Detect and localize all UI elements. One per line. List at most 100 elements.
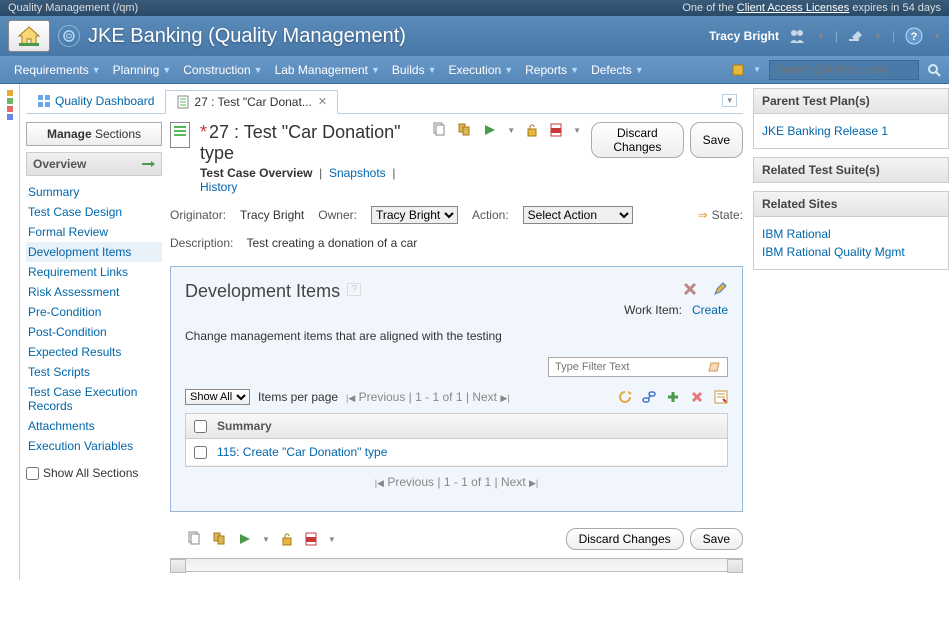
sidebar-item-requirement-links[interactable]: Requirement Links — [26, 262, 162, 282]
sidebar-item-expected-results[interactable]: Expected Results — [26, 342, 162, 362]
owner-select[interactable]: Tracy Bright — [371, 206, 458, 224]
sidebar-item-test-case-execution-records[interactable]: Test Case Execution Records — [26, 382, 162, 416]
duplicate-icon[interactable] — [457, 122, 473, 138]
manage-sections-button[interactable]: Manage Sections — [26, 122, 162, 146]
history-link[interactable]: History — [200, 180, 237, 194]
action-select[interactable]: Select Action — [523, 206, 633, 224]
prev-link[interactable]: Previous — [387, 475, 434, 489]
panel-description: Change management items that are aligned… — [185, 329, 728, 343]
create-link[interactable]: Create — [692, 303, 728, 317]
remove-icon[interactable] — [690, 390, 704, 404]
users-icon[interactable] — [789, 29, 807, 43]
discard-button[interactable]: Discard Changes — [566, 528, 684, 550]
related-suites-header: Related Test Suite(s) — [753, 157, 949, 183]
show-all-checkbox[interactable] — [26, 467, 39, 480]
search-input[interactable] — [769, 60, 919, 80]
filter-input[interactable] — [555, 361, 707, 373]
svg-text:?: ? — [911, 31, 918, 43]
chevron-down-icon[interactable]: ▼ — [933, 32, 941, 41]
site-link[interactable]: IBM Rational Quality Mgmt — [762, 243, 940, 261]
menu-requirements[interactable]: Requirements▼ — [8, 63, 107, 77]
save-button[interactable]: Save — [690, 122, 743, 158]
snapshots-link[interactable]: Snapshots — [329, 166, 386, 180]
table-row: 115: Create "Car Donation" type — [186, 439, 727, 466]
menu-planning[interactable]: Planning▼ — [107, 63, 178, 77]
view-switcher[interactable] — [0, 84, 20, 580]
menu-builds[interactable]: Builds▼ — [386, 63, 443, 77]
row-checkbox[interactable] — [194, 446, 207, 459]
run-icon[interactable] — [238, 532, 252, 546]
parent-plan-link[interactable]: JKE Banking Release 1 — [762, 122, 940, 140]
menu-execution[interactable]: Execution▼ — [443, 63, 520, 77]
copy-icon[interactable] — [186, 531, 202, 547]
bookmark-icon[interactable] — [731, 63, 745, 77]
edit-icon[interactable] — [848, 29, 864, 43]
chevron-down-icon[interactable]: ▼ — [753, 65, 761, 74]
sidebar-item-test-scripts[interactable]: Test Scripts — [26, 362, 162, 382]
page-title: *27 : Test "Car Donation" type — [200, 122, 405, 164]
sidebar-item-development-items[interactable]: Development Items — [26, 242, 162, 262]
sidebar-item-formal-review[interactable]: Formal Review — [26, 222, 162, 242]
tab-testcase-27[interactable]: 27 : Test "Car Donat... ✕ — [165, 90, 338, 114]
chevron-down-icon[interactable]: ▼ — [874, 32, 882, 41]
run-icon[interactable] — [483, 123, 497, 137]
search-icon[interactable] — [927, 63, 941, 77]
collapse-icon[interactable] — [141, 159, 155, 169]
add-icon[interactable] — [666, 390, 680, 404]
context-path: Quality Management (/qm) — [8, 2, 138, 14]
sidebar-item-attachments[interactable]: Attachments — [26, 416, 162, 436]
sidebar-item-risk-assessment[interactable]: Risk Assessment — [26, 282, 162, 302]
help-icon[interactable]: ? — [905, 27, 923, 45]
menu-reports[interactable]: Reports▼ — [519, 63, 585, 77]
save-button[interactable]: Save — [690, 528, 743, 550]
originator-label: Originator: — [170, 208, 226, 222]
next-link[interactable]: Next — [501, 475, 526, 489]
owner-label: Owner: — [318, 208, 357, 222]
site-link[interactable]: IBM Rational — [762, 225, 940, 243]
license-link[interactable]: Client Access Licenses — [737, 2, 850, 14]
pdf-icon[interactable] — [549, 123, 563, 137]
next-link[interactable]: Next — [472, 390, 497, 404]
page-range: 1 - 1 of 1 — [444, 475, 491, 489]
link-icon[interactable] — [642, 390, 656, 404]
related-sites-header: Related Sites — [753, 191, 949, 217]
sidebar-item-execution-variables[interactable]: Execution Variables — [26, 436, 162, 456]
edit-icon[interactable] — [712, 281, 728, 297]
tabs-overflow[interactable]: ▾ — [722, 94, 737, 107]
tab-dashboard[interactable]: Quality Dashboard — [26, 89, 165, 113]
select-all-checkbox[interactable] — [194, 420, 207, 433]
help-icon[interactable]: ? — [347, 283, 361, 296]
ipp-label: Items per page — [258, 390, 338, 404]
delete-icon[interactable] — [682, 281, 698, 297]
duplicate-icon[interactable] — [212, 531, 228, 547]
originator-value: Tracy Bright — [240, 208, 304, 222]
items-per-page-select[interactable]: Show All — [185, 389, 250, 405]
sub-nav: Test Case Overview | Snapshots | History — [200, 166, 405, 194]
pdf-icon[interactable] — [304, 532, 318, 546]
sidebar-item-post-condition[interactable]: Post-Condition — [26, 322, 162, 342]
menu-defects[interactable]: Defects▼ — [585, 63, 650, 77]
description-label: Description: — [170, 236, 233, 250]
app-logo-icon — [58, 25, 80, 47]
description-value: Test creating a donation of a car — [246, 236, 417, 250]
unlock-icon[interactable] — [525, 123, 539, 137]
menu-construction[interactable]: Construction▼ — [177, 63, 268, 77]
sidebar-item-summary[interactable]: Summary — [26, 182, 162, 202]
prev-link[interactable]: Previous — [359, 390, 406, 404]
horizontal-scrollbar[interactable] — [170, 558, 743, 572]
eraser-icon[interactable] — [707, 361, 721, 373]
properties-icon[interactable] — [714, 390, 728, 404]
chevron-down-icon[interactable]: ▼ — [817, 32, 825, 41]
sidebar-item-pre-condition[interactable]: Pre-Condition — [26, 302, 162, 322]
menu-lab-management[interactable]: Lab Management▼ — [269, 63, 386, 77]
app-title: JKE Banking (Quality Management) — [88, 25, 709, 48]
development-items-panel: Development Items ? Work Item: Create — [170, 266, 743, 512]
sidebar-item-test-case-design[interactable]: Test Case Design — [26, 202, 162, 222]
close-icon[interactable]: ✕ — [318, 95, 327, 108]
workitem-link[interactable]: 115: Create "Car Donation" type — [217, 445, 387, 459]
home-button[interactable] — [8, 20, 50, 52]
unlock-icon[interactable] — [280, 532, 294, 546]
copy-icon[interactable] — [431, 122, 447, 138]
refresh-icon[interactable] — [618, 390, 632, 404]
discard-button[interactable]: Discard Changes — [591, 122, 684, 158]
